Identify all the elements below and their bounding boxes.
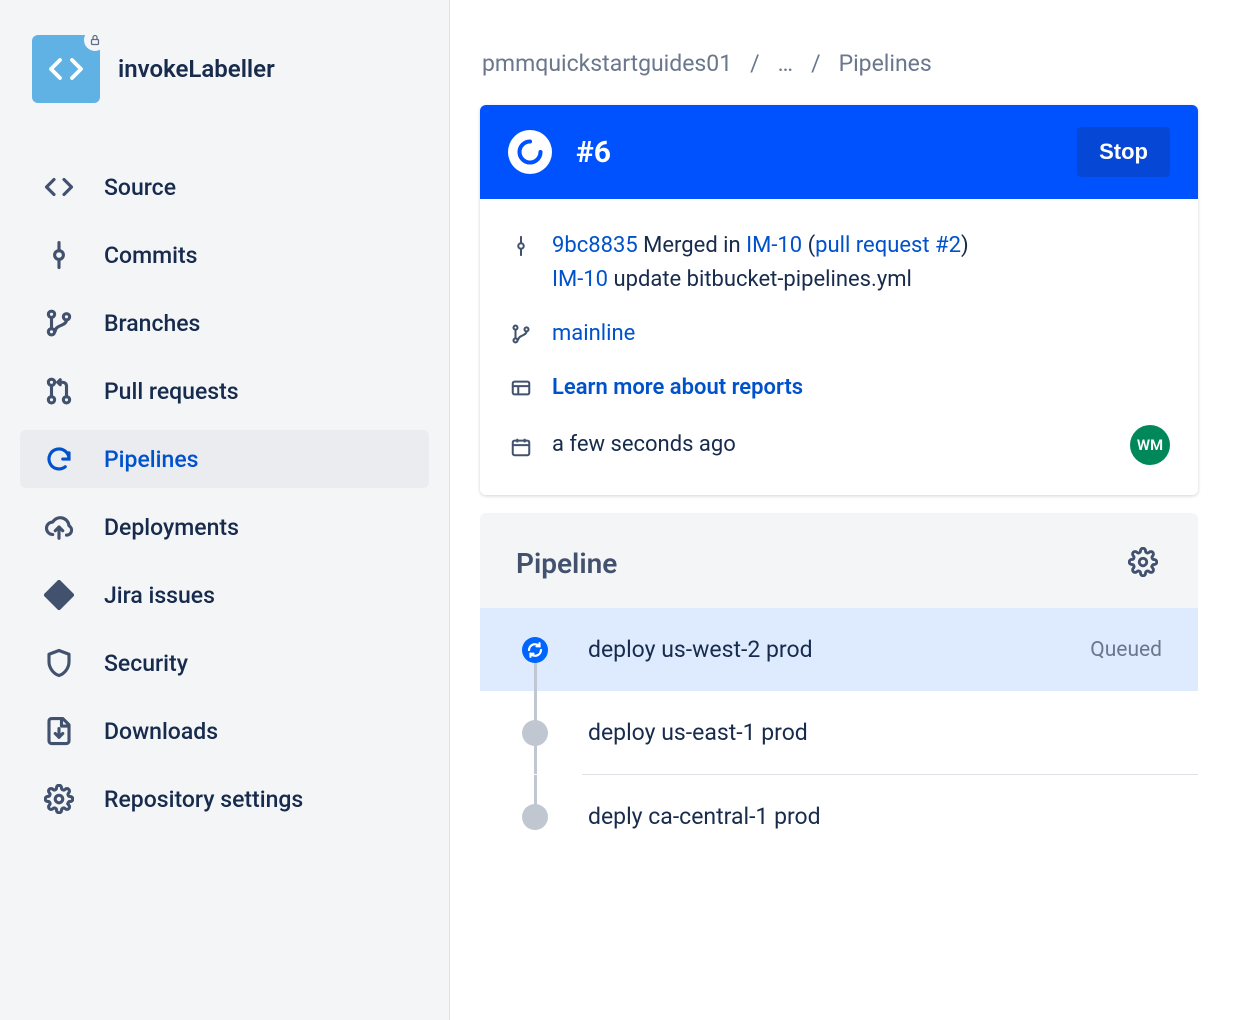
commit-icon bbox=[508, 233, 534, 259]
run-time: a few seconds ago bbox=[552, 428, 736, 462]
time-row: a few seconds ago WM bbox=[494, 415, 1184, 475]
ticket-link[interactable]: IM-10 bbox=[746, 233, 802, 258]
repo-icon bbox=[32, 35, 100, 103]
stop-button[interactable]: Stop bbox=[1077, 127, 1170, 177]
repo-header: invokeLabeller bbox=[20, 30, 429, 128]
calendar-icon bbox=[508, 434, 534, 460]
breadcrumb-separator: / bbox=[750, 50, 760, 77]
ticket-link-2[interactable]: IM-10 bbox=[552, 267, 608, 292]
repo-name[interactable]: invokeLabeller bbox=[118, 55, 275, 83]
report-icon bbox=[508, 375, 534, 401]
reports-link[interactable]: Learn more about reports bbox=[552, 371, 803, 405]
sidebar-item-jira-issues[interactable]: Jira issues bbox=[20, 566, 429, 624]
step-status-pending-icon bbox=[522, 720, 548, 746]
pipeline-step[interactable]: deploy us-east-1 prod bbox=[480, 691, 1198, 774]
sidebar-item-label: Repository settings bbox=[104, 786, 303, 813]
commit-row: 9bc8835 Merged in IM-10 (pull request #2… bbox=[494, 219, 1184, 307]
sidebar-item-label: Deployments bbox=[104, 514, 239, 541]
cloud-upload-icon bbox=[44, 512, 74, 542]
pipeline-step[interactable]: deploy us-west-2 prod Queued bbox=[480, 608, 1198, 691]
sidebar-item-pipelines[interactable]: Pipelines bbox=[20, 430, 429, 488]
sidebar-item-security[interactable]: Security bbox=[20, 634, 429, 692]
app-root: invokeLabeller Source Commits Branches bbox=[0, 0, 1258, 1020]
sidebar-item-label: Jira issues bbox=[104, 582, 215, 609]
sidebar-item-deployments[interactable]: Deployments bbox=[20, 498, 429, 556]
avatar[interactable]: WM bbox=[1130, 425, 1170, 465]
run-number: #6 bbox=[576, 135, 1053, 170]
step-name: deply ca-central-1 prod bbox=[588, 803, 1122, 830]
commit-hash-link[interactable]: 9bc8835 bbox=[552, 233, 638, 258]
breadcrumb: pmmquickstartguides01 / … / Pipelines bbox=[480, 50, 1198, 77]
run-header: #6 Stop bbox=[480, 105, 1198, 199]
sidebar-item-repo-settings[interactable]: Repository settings bbox=[20, 770, 429, 828]
step-status-label: Queued bbox=[1090, 638, 1162, 662]
commit-icon bbox=[44, 240, 74, 270]
sidebar-item-source[interactable]: Source bbox=[20, 158, 429, 216]
sidebar-nav: Source Commits Branches Pull requests bbox=[20, 158, 429, 828]
jira-icon bbox=[44, 580, 74, 610]
sidebar-item-label: Downloads bbox=[104, 718, 218, 745]
pipeline-step[interactable]: deply ca-central-1 prod bbox=[480, 775, 1198, 858]
breadcrumb-separator: / bbox=[811, 50, 821, 77]
sidebar-item-label: Branches bbox=[104, 310, 200, 337]
pr-paren-close: ) bbox=[961, 233, 969, 258]
breadcrumb-root[interactable]: pmmquickstartguides01 bbox=[482, 50, 732, 77]
pipeline-steps-card: Pipeline deploy us-west-2 prod Queued de… bbox=[480, 513, 1198, 858]
sidebar-item-label: Pipelines bbox=[104, 446, 198, 473]
sidebar-item-downloads[interactable]: Downloads bbox=[20, 702, 429, 760]
branch-icon bbox=[508, 321, 534, 347]
pipeline-steps-list: deploy us-west-2 prod Queued deploy us-e… bbox=[480, 608, 1198, 858]
sidebar-item-label: Pull requests bbox=[104, 378, 239, 405]
merged-in-text: Merged in bbox=[643, 233, 741, 258]
pipeline-heading: Pipeline bbox=[516, 547, 617, 580]
pipeline-header: Pipeline bbox=[480, 513, 1198, 608]
reports-row: Learn more about reports bbox=[494, 361, 1184, 415]
main-content: pmmquickstartguides01 / … / Pipelines #6… bbox=[450, 0, 1258, 1020]
lock-icon bbox=[84, 29, 106, 51]
branch-icon bbox=[44, 308, 74, 338]
step-name: deploy us-east-1 prod bbox=[588, 719, 1122, 746]
branch-link[interactable]: mainline bbox=[552, 317, 635, 351]
step-status-queued-icon bbox=[522, 637, 548, 663]
sidebar-item-branches[interactable]: Branches bbox=[20, 294, 429, 352]
sidebar: invokeLabeller Source Commits Branches bbox=[0, 0, 450, 1020]
shield-icon bbox=[44, 648, 74, 678]
download-icon bbox=[44, 716, 74, 746]
pipeline-settings-button[interactable] bbox=[1124, 543, 1162, 584]
pipeline-run-card: #6 Stop 9bc8835 Merged in IM-10 (pull re… bbox=[480, 105, 1198, 495]
breadcrumb-current[interactable]: Pipelines bbox=[839, 50, 932, 77]
commit-text: 9bc8835 Merged in IM-10 (pull request #2… bbox=[552, 229, 1170, 297]
gear-icon bbox=[44, 784, 74, 814]
code-icon bbox=[44, 172, 74, 202]
step-status-pending-icon bbox=[522, 804, 548, 830]
pull-request-icon bbox=[44, 376, 74, 406]
branch-row: mainline bbox=[494, 307, 1184, 361]
commit-message: update bitbucket-pipelines.yml bbox=[613, 267, 911, 292]
sidebar-item-pull-requests[interactable]: Pull requests bbox=[20, 362, 429, 420]
step-name: deploy us-west-2 prod bbox=[588, 636, 1050, 663]
sidebar-item-label: Security bbox=[104, 650, 188, 677]
pull-request-link[interactable]: pull request #2 bbox=[815, 233, 961, 258]
running-status-icon bbox=[508, 130, 552, 174]
breadcrumb-middle[interactable]: … bbox=[778, 50, 793, 77]
pipelines-icon bbox=[44, 444, 74, 474]
sidebar-item-label: Commits bbox=[104, 242, 198, 269]
sidebar-item-commits[interactable]: Commits bbox=[20, 226, 429, 284]
run-body: 9bc8835 Merged in IM-10 (pull request #2… bbox=[480, 199, 1198, 495]
sidebar-item-label: Source bbox=[104, 174, 176, 201]
